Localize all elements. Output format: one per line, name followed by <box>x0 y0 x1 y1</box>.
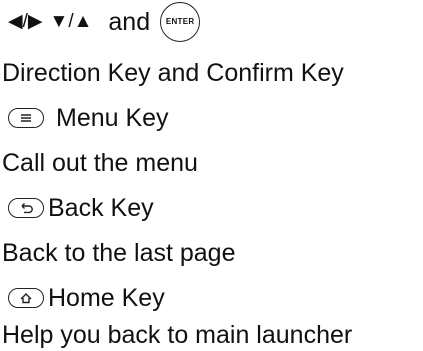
back-key-description: Back to the last page <box>2 239 236 267</box>
direction-key-title: Direction Key and Confirm Key <box>2 59 344 87</box>
menu-key-icon <box>8 108 44 128</box>
back-key-title: Back Key <box>48 194 154 222</box>
home-key-icon <box>8 288 44 308</box>
down-up-arrows: ▼/▲ <box>49 11 93 32</box>
home-key-description: Help you back to main launcher <box>2 321 353 349</box>
menu-key-title: Menu Key <box>56 104 169 132</box>
back-key-row: Back Key <box>8 193 154 223</box>
back-key-icon <box>8 198 44 218</box>
menu-key-description: Call out the menu <box>2 149 198 177</box>
left-right-arrows: ◀/▶ <box>8 11 43 32</box>
home-key-row: Home Key <box>8 283 165 313</box>
home-key-title: Home Key <box>48 284 165 312</box>
menu-key-row: Menu Key <box>8 103 169 133</box>
enter-key-icon: ENTER <box>160 2 201 42</box>
and-connector: and <box>108 8 151 36</box>
direction-key-row: ◀/▶ ▼/▲ and ENTER <box>8 2 201 42</box>
